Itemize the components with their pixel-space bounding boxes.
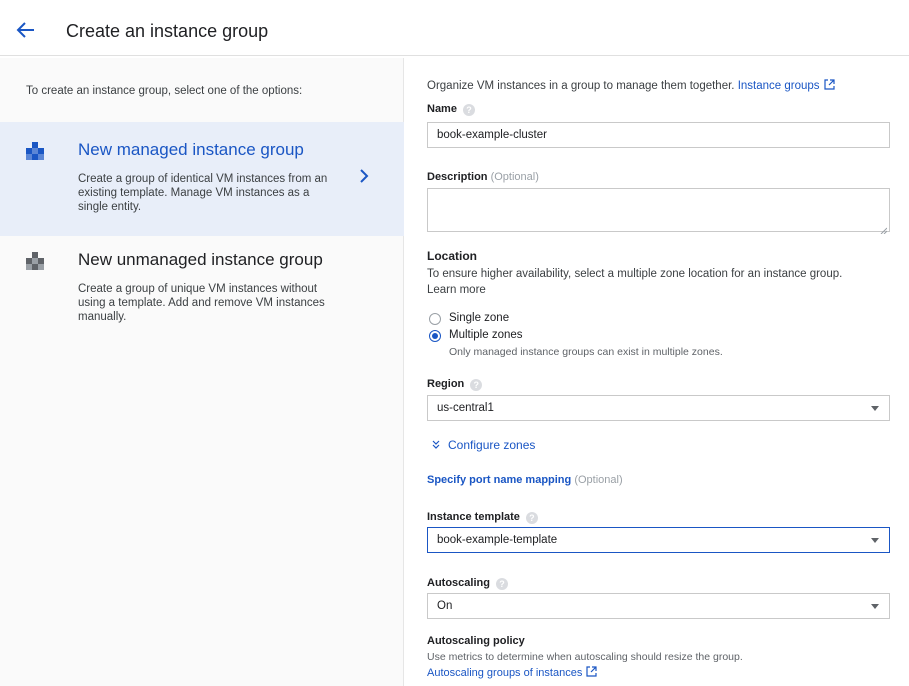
name-label: Name?: [427, 103, 475, 116]
port-mapping-link[interactable]: Specify port name mapping: [427, 474, 571, 486]
options-panel: To create an instance group, select one …: [0, 58, 404, 686]
help-icon[interactable]: ?: [495, 578, 508, 590]
instance-template-label: Instance template?: [427, 511, 538, 524]
description-label: Description (Optional): [427, 171, 539, 183]
instance-template-value: book-example-template: [437, 534, 558, 546]
autoscaling-policy-title: Autoscaling policy: [427, 635, 525, 647]
learn-more-link[interactable]: Learn more: [427, 284, 486, 296]
description-textarea[interactable]: [427, 188, 890, 235]
help-icon[interactable]: ?: [470, 379, 483, 391]
region-value: us-central1: [437, 402, 494, 414]
external-link-icon: [823, 79, 835, 90]
dropdown-arrow-icon: [871, 604, 879, 609]
back-arrow-icon[interactable]: [14, 18, 38, 42]
autoscaling-label: Autoscaling?: [427, 577, 508, 590]
instance-group-icon: [26, 142, 44, 160]
multiple-zones-radio[interactable]: Multiple zones: [427, 329, 627, 343]
radio-label: Single zone: [449, 312, 510, 324]
option-description: Create a group of identical VM instances…: [78, 173, 328, 213]
form-intro: Organize VM instances in a group to mana…: [427, 79, 835, 92]
help-icon[interactable]: ?: [525, 512, 538, 524]
option-description: Create a group of unique VM instances wi…: [78, 283, 325, 323]
region-label-text: Region: [427, 378, 465, 390]
instance-template-label-text: Instance template: [427, 511, 520, 523]
configure-zones-link[interactable]: Configure zones: [431, 438, 535, 452]
location-help-text: To ensure higher availability, select a …: [427, 268, 843, 280]
chevron-right-icon: [354, 166, 374, 186]
new-unmanaged-instance-group-option[interactable]: New unmanaged instance group Create a gr…: [0, 240, 404, 350]
region-select[interactable]: us-central1: [427, 395, 890, 421]
autoscaling-policy-help: Use metrics to determine when autoscalin…: [427, 651, 743, 663]
instance-groups-link[interactable]: Instance groups: [738, 80, 820, 92]
double-chevron-down-icon: [431, 439, 441, 449]
radio-label: Multiple zones: [449, 329, 523, 341]
instance-group-icon: [26, 252, 44, 270]
name-input[interactable]: book-example-cluster: [427, 122, 890, 148]
dropdown-arrow-icon: [871, 406, 879, 411]
radio-button[interactable]: [429, 330, 441, 342]
configure-zones-text: Configure zones: [448, 438, 536, 452]
new-managed-instance-group-option[interactable]: New managed instance group Create a grou…: [0, 122, 404, 236]
page-header: Create an instance group: [0, 0, 909, 56]
help-icon[interactable]: ?: [462, 104, 475, 116]
autoscaling-groups-link[interactable]: Autoscaling groups of instances: [427, 667, 582, 679]
resize-handle-icon[interactable]: [879, 221, 888, 235]
autoscaling-select[interactable]: On: [427, 593, 890, 619]
optional-hint: (Optional): [490, 171, 539, 183]
autoscaling-label-text: Autoscaling: [427, 577, 490, 589]
radio-button[interactable]: [429, 313, 441, 325]
form-intro-text: Organize VM instances in a group to mana…: [427, 80, 735, 92]
dropdown-arrow-icon: [871, 538, 879, 543]
autoscaling-groups-link-row: Autoscaling groups of instances: [427, 666, 597, 679]
multiple-zones-note: Only managed instance groups can exist i…: [449, 346, 723, 358]
single-zone-radio[interactable]: Single zone: [427, 312, 627, 326]
optional-hint: (Optional): [574, 474, 623, 486]
port-mapping-row: Specify port name mapping (Optional): [427, 474, 623, 486]
options-intro: To create an instance group, select one …: [26, 85, 303, 97]
autoscaling-value: On: [437, 600, 453, 612]
option-title: New managed instance group: [78, 140, 304, 159]
instance-template-select[interactable]: book-example-template: [427, 527, 890, 553]
option-title: New unmanaged instance group: [78, 250, 323, 269]
name-label-text: Name: [427, 103, 457, 115]
external-link-icon: [586, 666, 597, 677]
page-title: Create an instance group: [66, 21, 269, 41]
description-label-text: Description: [427, 171, 488, 183]
region-label: Region?: [427, 378, 483, 391]
location-title: Location: [427, 249, 477, 263]
